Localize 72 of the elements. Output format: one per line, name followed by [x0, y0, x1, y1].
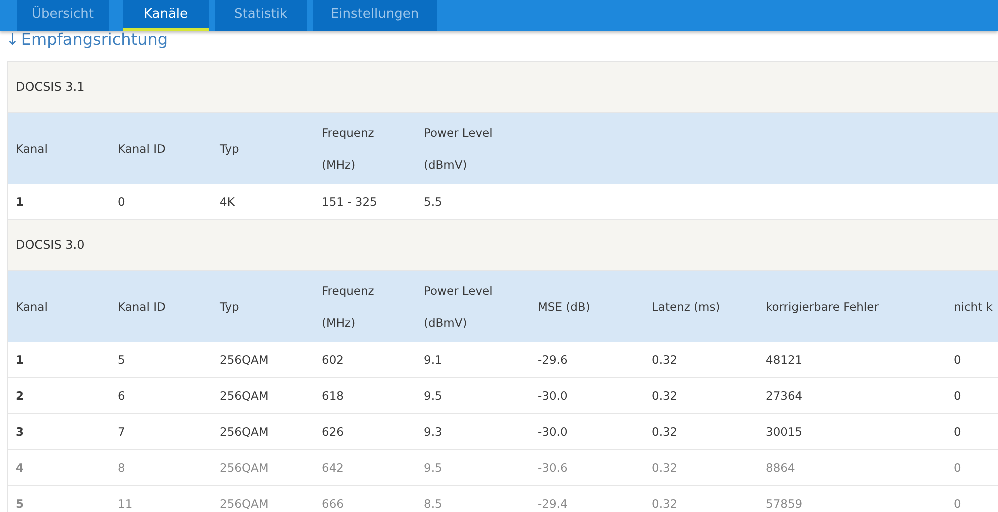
nav-tab[interactable]: Statistik — [215, 0, 307, 31]
table-cell-text: 151 - 325 — [322, 194, 378, 208]
table-cell-text: 0.32 — [652, 352, 679, 366]
table-cell-text: 0 — [954, 496, 962, 510]
group-title: DOCSIS 3.1 — [8, 62, 998, 113]
table-cell-text: 1 — [16, 352, 26, 366]
table-cell-text: -29.6 — [538, 352, 569, 366]
column-header: Power Level (dBmV) — [424, 124, 494, 174]
column-header: Frequenz (MHz) — [322, 124, 376, 174]
table-cell-text: 642 — [322, 460, 345, 474]
table-cell-text: 256QAM — [220, 352, 270, 366]
table-cell-text: 0.32 — [652, 424, 679, 438]
table-cell-text: 11 — [118, 496, 134, 510]
column-header: Kanal ID — [118, 140, 167, 158]
table-cell-text: 4K — [220, 194, 236, 208]
table-cell-text: 8.5 — [424, 496, 444, 510]
nav-tab[interactable]: Kanäle — [123, 0, 209, 31]
table-cell-text: 256QAM — [220, 388, 270, 402]
table-cell-text: 2 — [16, 388, 26, 402]
table-cell-text: 0 — [954, 424, 962, 438]
table-cell-text: 8 — [118, 460, 126, 474]
table-cell-text: -30.0 — [538, 424, 569, 438]
column-header: korrigierbare Fehler — [766, 298, 880, 316]
table-cell-text: 256QAM — [220, 496, 270, 510]
table-cell-text: 3 — [16, 424, 26, 438]
table-cell-text: 9.5 — [424, 460, 444, 474]
table-cell-text: 5 — [16, 496, 26, 510]
column-header: Power Level (dBmV) — [424, 282, 494, 332]
column-header: Kanal — [16, 298, 49, 316]
table-cell-text: 57859 — [766, 496, 804, 510]
table-cell-text: 6 — [118, 388, 126, 402]
column-header: Typ — [220, 140, 240, 158]
column-header: Kanal — [16, 140, 49, 158]
table-cell-text: 602 — [322, 352, 345, 366]
column-header: MSE (dB) — [538, 298, 592, 316]
nav-tab[interactable]: Übersicht — [17, 0, 109, 31]
table-cell-text: 5 — [118, 352, 126, 366]
table-cell-text: 48121 — [766, 352, 804, 366]
table-cell-text: -30.0 — [538, 388, 569, 402]
table-cell-text: 618 — [322, 388, 345, 402]
table-cell-text: 7 — [118, 424, 126, 438]
table-cell-text: 666 — [322, 496, 345, 510]
table-cell-text: 4 — [16, 460, 26, 474]
table-cell-text: 9.1 — [424, 352, 444, 366]
table-cell-text: -30.6 — [538, 460, 569, 474]
table-cell-text: 0 — [954, 460, 962, 474]
group-title: DOCSIS 3.0 — [8, 220, 998, 271]
table-cell-text: 5.5 — [424, 194, 444, 208]
table-cell-text: 256QAM — [220, 424, 270, 438]
column-header: nicht k — [954, 298, 994, 316]
table-cell-text: 0 — [954, 388, 962, 402]
nav-tab[interactable]: Einstellungen — [313, 0, 437, 31]
table-cell-text: 0.32 — [652, 388, 679, 402]
section-heading: Empfangsrichtung — [21, 31, 168, 49]
table-cell-text: 27364 — [766, 388, 804, 402]
table-cell-text: 30015 — [766, 424, 804, 438]
table-cell-text: 0.32 — [652, 460, 679, 474]
table-cell-text: 0 — [118, 194, 126, 208]
column-header: Kanal ID — [118, 298, 167, 316]
table-cell-text: 9.5 — [424, 388, 444, 402]
table-cell-text: 256QAM — [220, 460, 270, 474]
table-cell-text: 8864 — [766, 460, 796, 474]
table-cell-text: 0 — [954, 352, 962, 366]
table-cell-text: 1 — [16, 194, 26, 208]
column-header: Typ — [220, 298, 240, 316]
table-cell-text: -29.4 — [538, 496, 569, 510]
down-arrow-icon: ↓ — [6, 31, 20, 49]
column-header: Frequenz (MHz) — [322, 282, 376, 332]
table-cell-text: 0.32 — [652, 496, 679, 510]
table-cell-text: 9.3 — [424, 424, 444, 438]
column-header: Latenz (ms) — [652, 298, 722, 316]
table-cell-text: 626 — [322, 424, 345, 438]
